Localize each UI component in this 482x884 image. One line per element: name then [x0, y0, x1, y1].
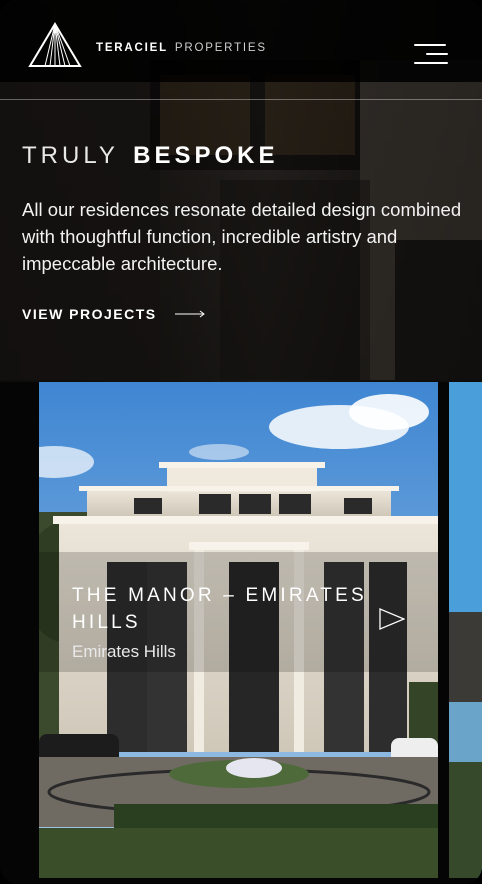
next-project-image [449, 382, 482, 878]
project-info: THE MANOR – EMIRATES HILLS Emirates Hill… [72, 582, 372, 662]
next-project-card[interactable] [449, 382, 482, 878]
view-projects-label: VIEW PROJECTS [22, 306, 157, 322]
brand-name[interactable]: TERACIEL PROPERTIES [96, 42, 267, 54]
project-location: Emirates Hills [72, 642, 176, 661]
brand-name-bold: TERACIEL [96, 42, 168, 54]
hero-title-light: TRULY [22, 142, 119, 169]
long-arrow-right-icon [174, 310, 205, 318]
hero-title: TRULY BESPOKE [22, 142, 279, 170]
view-projects-link[interactable]: VIEW PROJECTS [22, 306, 205, 322]
app-frame: TERACIEL PROPERTIES TRULY BESPOKE All ou… [0, 0, 482, 884]
play-triangle-icon[interactable] [379, 608, 405, 630]
project-title: THE MANOR – EMIRATES HILLS [72, 585, 367, 633]
site-header: TERACIEL PROPERTIES [0, 0, 482, 100]
hamburger-menu-icon[interactable] [412, 44, 450, 68]
project-card[interactable]: THE MANOR – EMIRATES HILLS Emirates Hill… [39, 382, 438, 878]
triangle-logo-icon[interactable] [28, 22, 82, 68]
hero-title-bold: BESPOKE [133, 142, 279, 169]
brand-name-light: PROPERTIES [174, 42, 267, 54]
hero-description: All our residences resonate detailed des… [22, 199, 462, 274]
